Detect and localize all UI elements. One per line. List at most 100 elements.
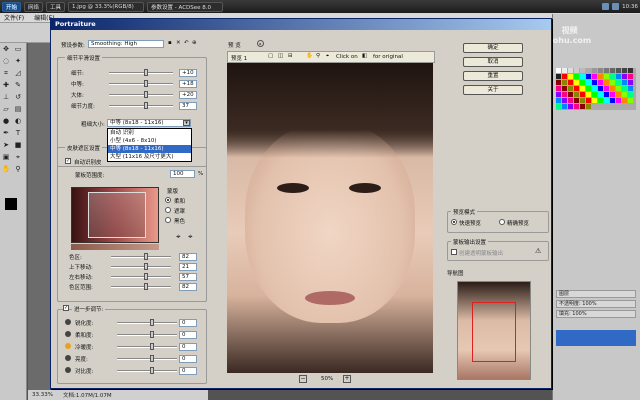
detail-slider-thumb[interactable] [144,91,148,98]
layers-tab[interactable]: 图层 [556,290,636,298]
swatch-cell[interactable] [562,74,567,79]
ok-button[interactable]: 确定 [463,43,523,53]
preview-split-icon[interactable]: ▢ [268,53,273,59]
enhance-slider-thumb[interactable] [150,331,154,338]
skin-color-field[interactable] [71,187,159,243]
enhance-slider-track[interactable] [117,343,177,350]
detail-slider-value[interactable]: +10 [179,69,197,77]
enhance-slider-track[interactable] [117,319,177,326]
taskbar-item-acdsee[interactable]: 参数设置 - ACDSee 8.0 [147,1,224,12]
skin-slider-value[interactable]: 57 [179,273,197,281]
swatch-cell[interactable] [628,98,633,103]
enhance-slider-value[interactable]: 0 [179,331,197,339]
swatch-cell[interactable] [574,98,579,103]
swatch-cell[interactable] [586,86,591,91]
skin-slider-value[interactable]: 82 [179,283,197,291]
swatch-cell[interactable] [604,80,609,85]
move-tool-icon[interactable]: ✥ [1,44,11,54]
swatch-cell[interactable] [568,92,573,97]
preview-vsplit-icon[interactable]: ⊟ [288,53,293,59]
swatch-cell[interactable] [628,92,633,97]
delete-preset-icon[interactable]: ✕ [176,40,181,46]
swatch-cell[interactable] [610,98,615,103]
swatch-cell[interactable] [568,68,573,73]
swatch-cell[interactable] [598,74,603,79]
swatch-cell[interactable] [622,68,627,73]
skin-slider-track[interactable] [111,273,171,280]
heal-tool-icon[interactable]: ✚ [1,80,11,90]
skin-range-box[interactable] [88,192,146,238]
hue-strip[interactable] [71,244,159,250]
size-option[interactable]: 大型 (11x16 及尺寸更大) [108,153,191,161]
save-preset-icon[interactable]: ▪ [168,40,172,46]
swatch-cell[interactable] [562,86,567,91]
network-icon[interactable] [602,3,610,10]
about-button[interactable]: 关于 [463,85,523,95]
swatch-cell[interactable] [616,98,621,103]
pen-tool-icon[interactable]: ✒ [1,128,11,138]
swatch-cell[interactable] [628,74,633,79]
swatch-cell[interactable] [592,68,597,73]
start-button[interactable]: 开始 [2,1,22,12]
taskbar-item-photoshop[interactable]: 1.jpg @ 33.3%(RGB/8) [68,1,145,12]
enhance-checkbox[interactable]: ✓ [63,305,69,311]
swatch-cell[interactable] [604,92,609,97]
swatch-cell[interactable] [580,80,585,85]
swatch-cell[interactable] [574,86,579,91]
wand-tool-icon[interactable]: ✦ [13,56,23,66]
mask-value[interactable]: 100 [170,170,195,178]
swatch-cell[interactable] [592,92,597,97]
detail-slider-track[interactable] [109,91,173,98]
undo-icon[interactable]: ↶ [184,40,189,46]
preview-toggle-icon[interactable]: ▸ [257,40,264,47]
swatch-cell[interactable] [586,68,591,73]
swatch-cell[interactable] [598,98,603,103]
swatch-cell[interactable] [622,98,627,103]
swatch-cell[interactable] [628,68,633,73]
lasso-tool-icon[interactable]: ◌ [1,56,11,66]
cancel-button[interactable]: 取消 [463,57,523,67]
auto-detect-checkbox[interactable]: ✓ [65,158,71,164]
swatch-cell[interactable] [562,92,567,97]
swatch-cell[interactable] [610,74,615,79]
mask-output-checkbox[interactable] [451,249,457,255]
swatch-cell[interactable] [592,86,597,91]
swatch-cell[interactable] [622,80,627,85]
notes-tool-icon[interactable]: ▣ [1,152,11,162]
fill-field[interactable]: 填充: 100% [556,310,636,318]
eyedropper-icon[interactable]: ⌖ [176,232,181,242]
blur-tool-icon[interactable]: ● [1,116,11,126]
volume-icon[interactable] [612,3,620,10]
swatch-cell[interactable] [610,80,615,85]
enhance-slider-value[interactable]: 0 [179,319,197,327]
detail-slider-thumb[interactable] [144,69,148,76]
options-icon[interactable]: ⊕ [192,40,197,46]
navigator-viewport[interactable] [472,302,516,362]
swatch-cell[interactable] [574,104,579,109]
taskbar-item-network[interactable]: 网络 [24,1,44,12]
brush-tool-icon[interactable]: ✎ [13,80,23,90]
swatch-cell[interactable] [580,74,585,79]
crop-tool-icon[interactable]: ⌗ [1,68,11,78]
eraser-tool-icon[interactable]: ▱ [1,104,11,114]
detail-slider-track[interactable] [109,80,173,87]
enhance-slider-value[interactable]: 0 [179,343,197,351]
swatch-cell[interactable] [616,92,621,97]
zoom-icon[interactable]: ⚲ [316,53,320,59]
swatch-cell[interactable] [568,86,573,91]
menu-file[interactable]: 文件(F) [4,13,24,22]
eyedropper-tool-icon[interactable]: ⌖ [13,152,23,162]
skin-slider-thumb[interactable] [144,253,148,260]
swatch-cell[interactable] [586,104,591,109]
eyedropper-minus-icon[interactable]: ⌖ [188,232,193,242]
skin-slider-thumb[interactable] [144,273,148,280]
swatch-cell[interactable] [580,92,585,97]
detail-slider-thumb[interactable] [144,80,148,87]
swatch-cell[interactable] [616,80,621,85]
swatch-cell[interactable] [562,98,567,103]
detail-slider-value[interactable]: 37 [179,102,197,110]
enhance-slider-thumb[interactable] [150,367,154,374]
exact-preview-radio[interactable] [499,219,505,225]
mask-radio-mask[interactable] [165,207,171,213]
swatch-cell[interactable] [568,80,573,85]
